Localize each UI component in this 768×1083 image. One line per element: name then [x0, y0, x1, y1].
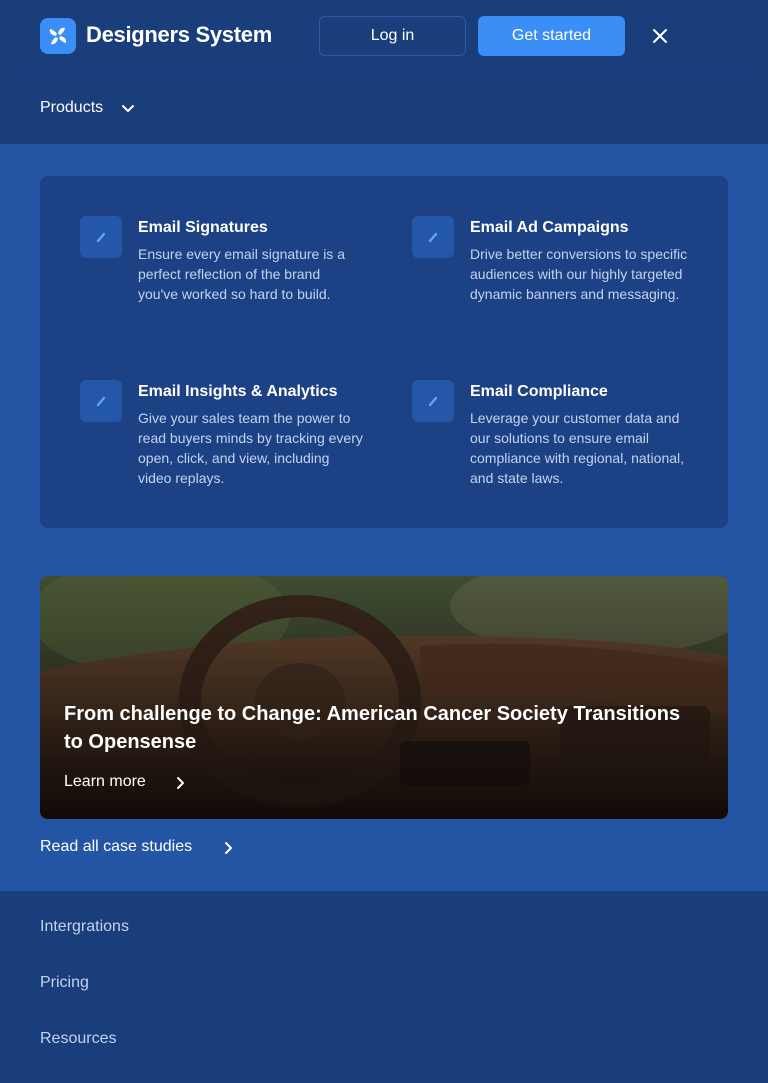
nav-item-resources[interactable]: Resources: [40, 1030, 116, 1048]
feature-title: Email Ad Campaigns: [470, 219, 629, 236]
feature-description: Give your sales team the power to read b…: [138, 410, 363, 486]
pen-icon: [412, 380, 454, 422]
close-icon[interactable]: [648, 24, 672, 48]
products-dropdown: Email Signatures Ensure every email sign…: [0, 144, 768, 891]
pen-icon: [80, 216, 122, 258]
nav-item-pricing[interactable]: Pricing: [40, 974, 89, 992]
logo-icon[interactable]: [40, 18, 76, 54]
login-button[interactable]: Log in: [319, 16, 466, 56]
pen-icon: [412, 216, 454, 258]
chevron-down-icon: [120, 100, 136, 116]
products-menu-toggle[interactable]: Products: [0, 72, 768, 144]
feature-panel: Email Signatures Ensure every email sign…: [40, 176, 728, 528]
get-started-button[interactable]: Get started: [478, 16, 625, 56]
feature-description: Ensure every email signature is a perfec…: [138, 246, 345, 302]
case-study-title: From challenge to Change: American Cance…: [64, 703, 681, 753]
feature-title: Email Compliance: [470, 383, 608, 400]
learn-more-link[interactable]: Learn more: [64, 773, 146, 791]
read-all-case-studies-link[interactable]: Read all case studies: [40, 838, 192, 856]
products-label: Products: [40, 99, 104, 116]
feature-title: Email Insights & Analytics: [138, 383, 338, 400]
case-study-card[interactable]: From challenge to Change: American Cance…: [40, 576, 728, 819]
nav-item-integrations[interactable]: Intergrations: [40, 918, 129, 936]
feature-description: Leverage your customer data and our solu…: [470, 410, 685, 486]
brand-name[interactable]: Designers System: [86, 22, 272, 48]
chevron-right-icon[interactable]: [174, 775, 188, 791]
feature-title: Email Signatures: [138, 219, 268, 236]
feature-description: Drive better conversions to specific aud…: [470, 246, 688, 302]
pen-icon: [80, 380, 122, 422]
top-header: Designers System Log in Get started: [0, 0, 768, 72]
chevron-right-icon[interactable]: [222, 840, 236, 856]
